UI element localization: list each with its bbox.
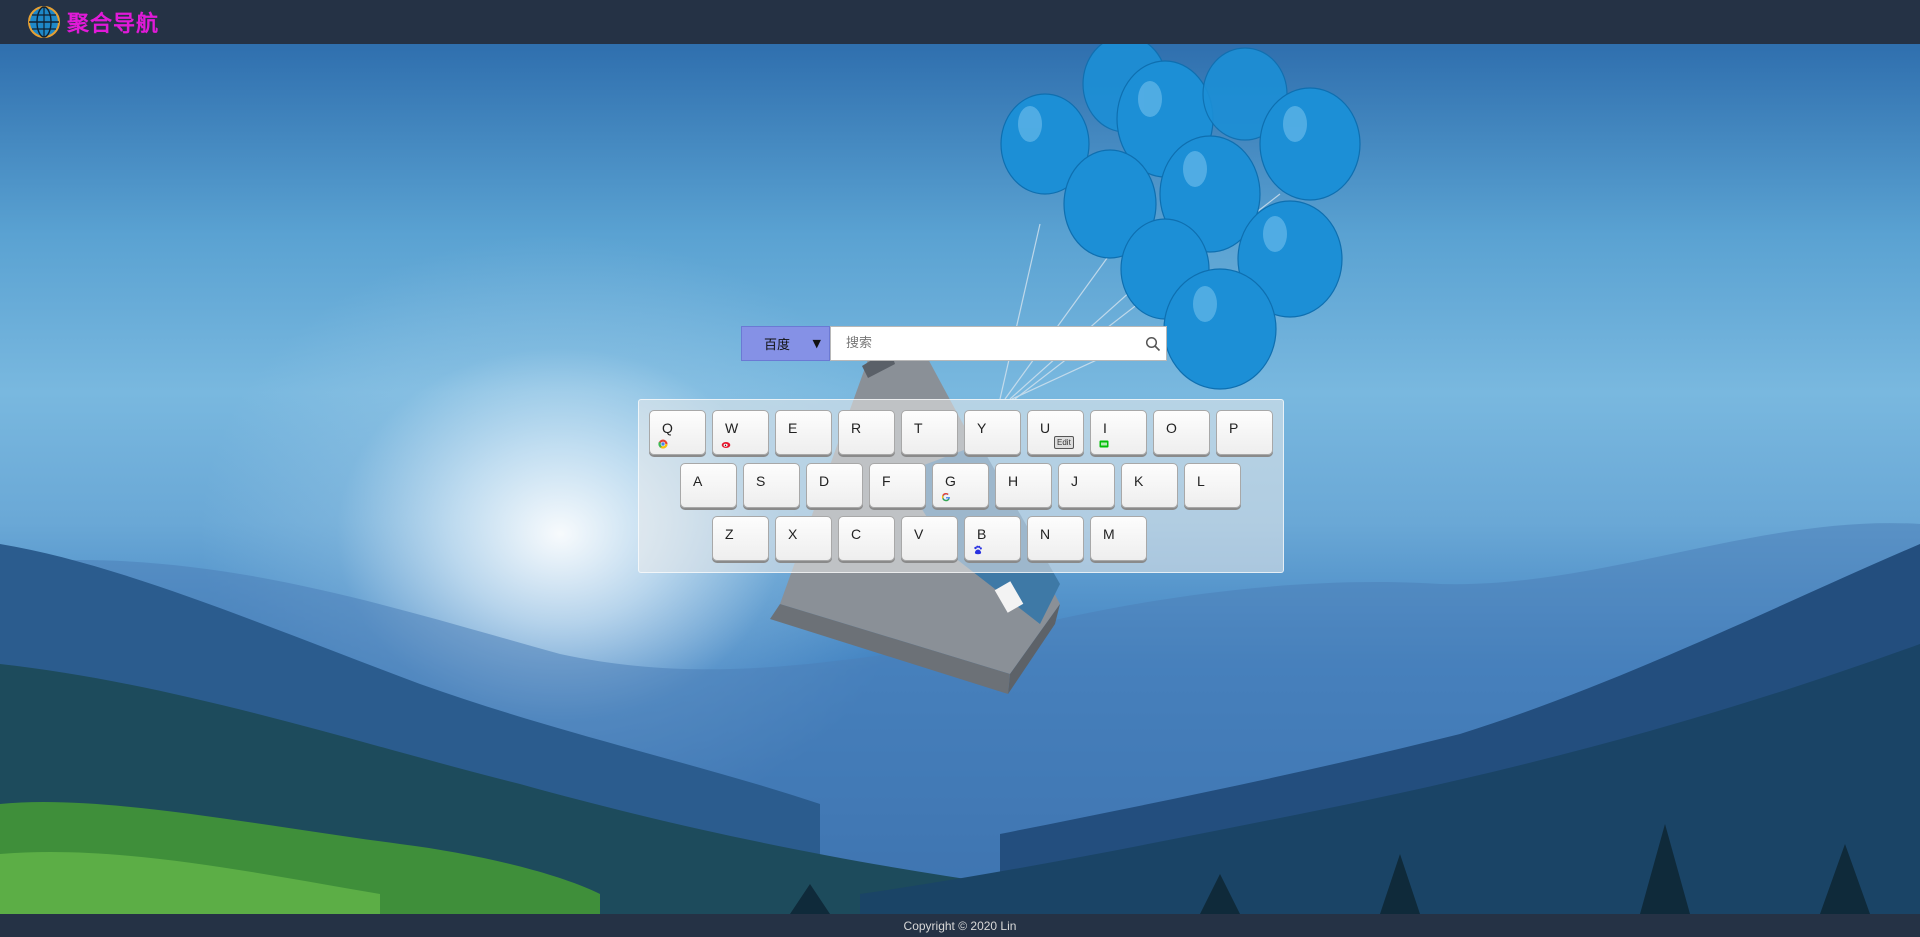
key-label: N (1040, 526, 1051, 542)
key-q[interactable]: Q (649, 410, 706, 455)
key-w[interactable]: W (712, 410, 769, 455)
key-label: I (1103, 420, 1107, 436)
key-label: K (1134, 473, 1144, 489)
key-g[interactable]: G (932, 463, 989, 508)
key-label: J (1071, 473, 1078, 489)
weibo-icon (721, 442, 731, 448)
key-label: W (725, 420, 739, 436)
key-label: O (1166, 420, 1177, 436)
key-label: P (1229, 420, 1239, 436)
baidu-icon (974, 545, 982, 555)
search-bar: 百度 ▼ (741, 326, 1167, 361)
key-t[interactable]: T (901, 410, 958, 455)
search-box (830, 326, 1167, 361)
key-label: X (788, 526, 798, 542)
key-label: F (882, 473, 891, 489)
top-bar: 聚合导航 (0, 0, 1920, 44)
key-label: H (1008, 473, 1019, 489)
key-x[interactable]: X (775, 516, 832, 561)
key-y[interactable]: Y (964, 410, 1021, 455)
chevron-down-icon: ▼ (812, 337, 821, 350)
key-c[interactable]: C (838, 516, 895, 561)
key-label: D (819, 473, 830, 489)
key-b[interactable]: B (964, 516, 1021, 561)
key-l[interactable]: L (1184, 463, 1241, 508)
key-label: V (914, 526, 924, 542)
key-label: G (945, 473, 956, 489)
key-label: Y (977, 420, 987, 436)
key-p[interactable]: P (1216, 410, 1273, 455)
key-u[interactable]: U Edit (1027, 410, 1084, 455)
key-label: B (977, 526, 987, 542)
globe-icon[interactable] (27, 5, 61, 39)
key-label: Q (662, 420, 673, 436)
key-z[interactable]: Z (712, 516, 769, 561)
key-j[interactable]: J (1058, 463, 1115, 508)
chrome-icon (658, 439, 668, 449)
key-s[interactable]: S (743, 463, 800, 508)
key-m[interactable]: M (1090, 516, 1147, 561)
key-n[interactable]: N (1027, 516, 1084, 561)
edit-badge[interactable]: Edit (1054, 436, 1074, 449)
key-label: T (914, 420, 923, 436)
key-label: A (693, 473, 703, 489)
footer: Copyright © 2020 Lin (0, 914, 1920, 937)
key-label: S (756, 473, 766, 489)
iqiyi-icon (1099, 440, 1109, 448)
key-r[interactable]: R (838, 410, 895, 455)
search-icon[interactable] (1145, 336, 1161, 352)
search-engine-select[interactable]: 百度 ▼ (741, 326, 830, 361)
keyboard-panel: Q W E R T Y U Edit I O P A S D F G H J K… (638, 399, 1284, 573)
key-label: Z (725, 526, 734, 542)
key-o[interactable]: O (1153, 410, 1210, 455)
key-a[interactable]: A (680, 463, 737, 508)
search-input[interactable] (831, 327, 1166, 360)
key-label: R (851, 420, 862, 436)
key-label: C (851, 526, 862, 542)
key-i[interactable]: I (1090, 410, 1147, 455)
key-h[interactable]: H (995, 463, 1052, 508)
key-k[interactable]: K (1121, 463, 1178, 508)
key-label: E (788, 420, 798, 436)
key-v[interactable]: V (901, 516, 958, 561)
google-icon (941, 492, 950, 502)
key-e[interactable]: E (775, 410, 832, 455)
key-label: L (1197, 473, 1205, 489)
key-label: M (1103, 526, 1115, 542)
key-label: U (1040, 420, 1051, 436)
key-f[interactable]: F (869, 463, 926, 508)
site-logo-text[interactable]: 聚合导航 (67, 6, 159, 38)
key-d[interactable]: D (806, 463, 863, 508)
search-engine-selected: 百度 (764, 338, 791, 353)
copyright-text: Copyright © 2020 Lin (903, 918, 1017, 933)
